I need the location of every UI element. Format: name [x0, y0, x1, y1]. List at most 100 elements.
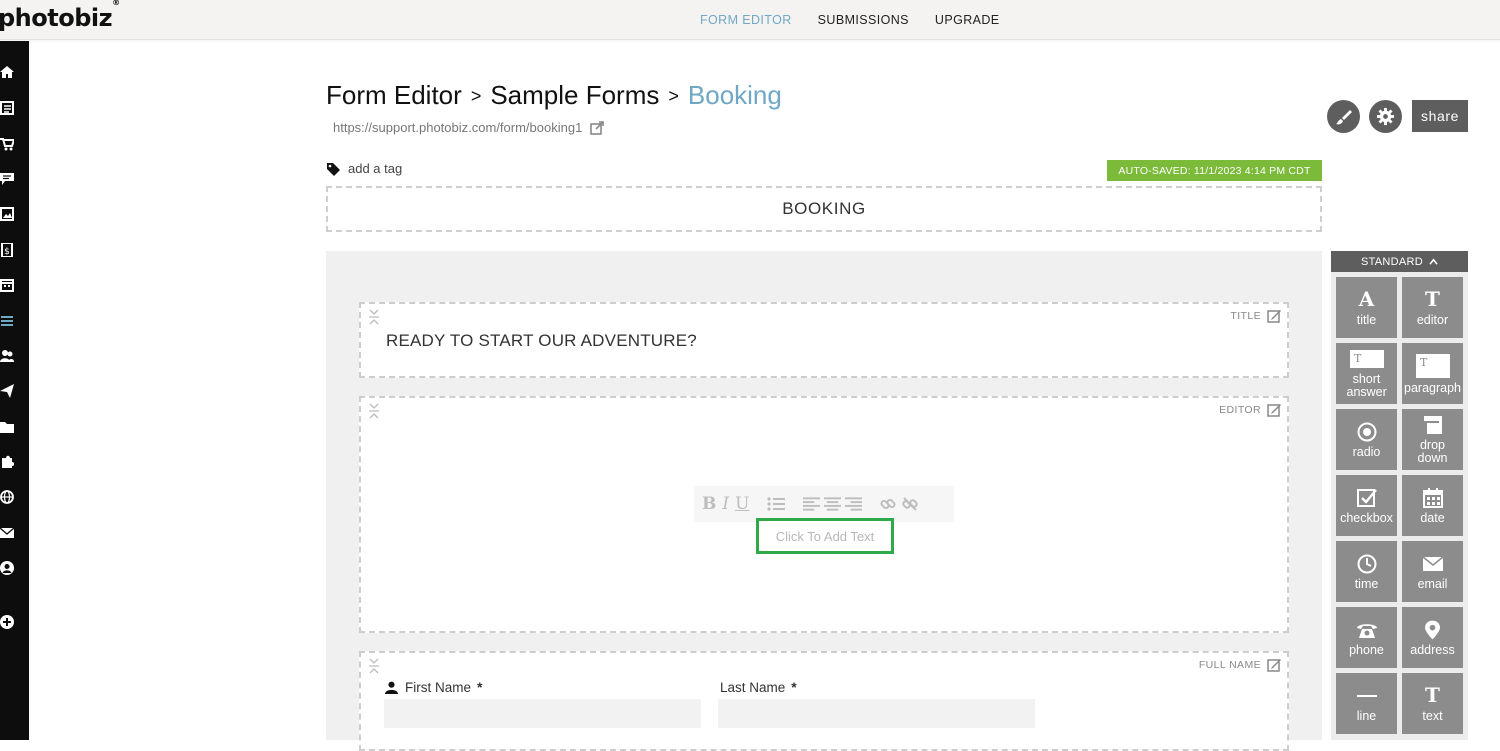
click-to-add-text[interactable]: Click To Add Text	[756, 518, 894, 554]
field-palette: A title T editor T short answer T paragr…	[1331, 272, 1468, 740]
crumb-separator: >	[668, 86, 679, 106]
calendar-icon	[1422, 487, 1443, 509]
phone-icon	[1356, 619, 1378, 641]
calendar-icon[interactable]	[0, 278, 14, 292]
tile-label: editor	[1416, 312, 1449, 327]
edit-icon[interactable]	[1267, 309, 1281, 323]
block-type-label: TITLE	[1230, 309, 1281, 323]
add-tag-label: add a tag	[348, 161, 403, 176]
title-block[interactable]: TITLE READY TO START OUR ADVENTURE?	[359, 302, 1289, 378]
tile-short-answer[interactable]: T short answer	[1336, 343, 1397, 404]
editor-block[interactable]: EDITOR B I U Click To Add Text	[359, 396, 1289, 633]
italic-icon[interactable]: I	[722, 494, 729, 514]
full-name-block[interactable]: FULL NAME First Name * Last Name *	[359, 651, 1289, 751]
drag-handle-icon[interactable]	[368, 658, 380, 674]
autosave-status: AUTO-SAVED: 11/1/2023 4:14 PM CDT	[1107, 160, 1322, 181]
folder-icon[interactable]	[0, 420, 14, 434]
tile-email[interactable]: email	[1402, 541, 1463, 602]
tile-phone[interactable]: phone	[1336, 607, 1397, 668]
add-tag[interactable]: add a tag	[326, 161, 402, 176]
block-type-label: FULL NAME	[1199, 658, 1281, 672]
logo-mark: ®	[112, 0, 120, 7]
checkbox-icon	[1356, 487, 1377, 509]
tile-label: text	[1422, 708, 1443, 723]
settings-button[interactable]	[1369, 100, 1402, 133]
tile-label: phone	[1349, 642, 1384, 657]
bullet-list-icon[interactable]	[767, 496, 786, 512]
add-icon[interactable]	[0, 615, 14, 629]
clients-icon[interactable]	[0, 349, 14, 363]
tag-icon	[327, 162, 340, 176]
form-url: https://support.photobiz.com/form/bookin…	[333, 120, 605, 135]
tile-title[interactable]: A title	[1336, 277, 1397, 338]
globe-icon[interactable]	[0, 490, 14, 504]
invoice-icon[interactable]: $	[0, 243, 14, 257]
crumb-separator: >	[470, 86, 482, 106]
tile-label: time	[1354, 576, 1379, 591]
nav-upgrade[interactable]: UPGRADE	[935, 13, 1000, 27]
drag-handle-icon[interactable]	[368, 309, 380, 325]
standard-panel-header[interactable]: STANDARD	[1331, 251, 1468, 272]
plugin-icon[interactable]	[0, 455, 14, 469]
tile-editor[interactable]: T editor	[1402, 277, 1463, 338]
forms-icon[interactable]	[0, 314, 14, 328]
mail-icon[interactable]	[0, 526, 14, 540]
style-brush-button[interactable]	[1327, 100, 1360, 133]
tile-label: email	[1417, 576, 1448, 591]
editor-icon: T	[1425, 287, 1440, 311]
photobiz-logo[interactable]: photobiz®	[0, 0, 120, 32]
tile-text[interactable]: T text	[1402, 673, 1463, 734]
share-button[interactable]: share	[1412, 100, 1468, 132]
tile-paragraph[interactable]: T paragraph	[1402, 343, 1463, 404]
tile-checkbox[interactable]: checkbox	[1336, 475, 1397, 536]
chevron-up-icon	[1429, 258, 1438, 265]
form-url-text[interactable]: https://support.photobiz.com/form/bookin…	[333, 120, 582, 135]
tile-address[interactable]: address	[1402, 607, 1463, 668]
bold-icon[interactable]: B	[702, 494, 716, 514]
account-icon[interactable]	[0, 561, 14, 575]
tile-label: checkbox	[1340, 510, 1393, 525]
title-block-text[interactable]: READY TO START OUR ADVENTURE?	[386, 331, 697, 351]
tile-line[interactable]: line	[1336, 673, 1397, 734]
first-name-text: First Name	[405, 679, 472, 695]
nav-form-editor[interactable]: FORM EDITOR	[700, 13, 792, 27]
block-type-label: EDITOR	[1219, 403, 1281, 417]
last-name-input[interactable]	[718, 699, 1035, 728]
cart-icon[interactable]	[0, 137, 14, 151]
tile-radio[interactable]: radio	[1336, 409, 1397, 470]
svg-text:T: T	[1354, 352, 1362, 365]
block-type-text: FULL NAME	[1198, 659, 1261, 671]
align-right-icon[interactable]	[845, 496, 863, 512]
crumb-sample-forms[interactable]: Sample Forms	[490, 80, 659, 110]
unlink-icon[interactable]	[902, 496, 919, 512]
paragraph-icon: T	[1415, 353, 1450, 379]
page-icon[interactable]	[0, 101, 14, 115]
top-nav: FORM EDITOR SUBMISSIONS UPGRADE	[700, 0, 1026, 40]
link-icon[interactable]	[880, 496, 896, 512]
block-type-text: EDITOR	[1219, 404, 1261, 416]
tile-time[interactable]: time	[1336, 541, 1397, 602]
tile-label: paragraph	[1404, 380, 1461, 395]
tile-label: drop down	[1417, 438, 1448, 465]
edit-icon[interactable]	[1267, 658, 1281, 672]
send-icon[interactable]	[0, 384, 14, 398]
external-link-icon[interactable]	[590, 120, 605, 135]
short-answer-icon: T	[1349, 348, 1384, 370]
align-center-icon[interactable]	[824, 496, 842, 512]
tile-label: line	[1356, 708, 1377, 723]
gallery-icon[interactable]	[0, 207, 14, 221]
tile-drop-down[interactable]: drop down	[1402, 409, 1463, 470]
tile-date[interactable]: date	[1402, 475, 1463, 536]
edit-icon[interactable]	[1267, 403, 1281, 417]
first-name-input[interactable]	[384, 699, 701, 728]
nav-submissions[interactable]: SUBMISSIONS	[818, 13, 909, 27]
form-title[interactable]: BOOKING	[326, 186, 1322, 232]
crumb-form-editor[interactable]: Form Editor	[326, 80, 462, 110]
chat-icon[interactable]	[0, 172, 14, 186]
first-name-label: First Name *	[385, 679, 482, 695]
drag-handle-icon[interactable]	[368, 403, 380, 419]
align-left-icon[interactable]	[803, 496, 821, 512]
underline-icon[interactable]: U	[735, 494, 749, 514]
home-icon[interactable]	[0, 65, 14, 79]
block-type-text: TITLE	[1230, 310, 1261, 322]
